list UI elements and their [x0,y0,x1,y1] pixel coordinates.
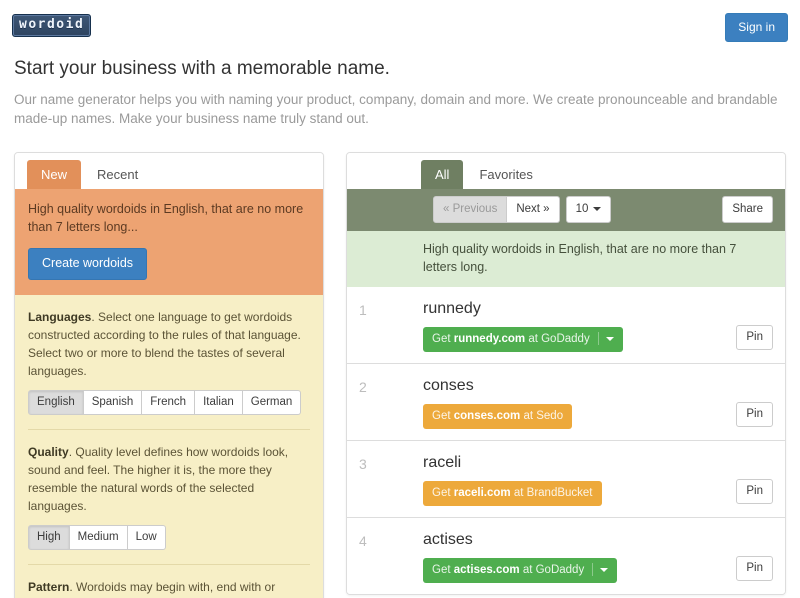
results-description: High quality wordoids in English, that a… [347,231,785,287]
result-word: raceli [423,454,462,471]
offer-prefix: Get [432,487,451,499]
result-word: actises [423,531,473,548]
language-option-italian[interactable]: Italian [195,390,243,415]
domain-offer-button[interactable]: Get raceli.com at BrandBucket [423,481,602,506]
pin-button[interactable]: Pin [736,556,773,581]
previous-page-button[interactable]: « Previous [433,196,508,223]
languages-description: Languages. Select one language to get wo… [28,308,310,380]
language-option-english[interactable]: English [28,390,84,415]
result-row: 4 actises Get actises.com at GoDaddy Pin [347,518,785,594]
offer-domain: raceli.com [453,487,511,499]
page-subtitle: Our name generator helps you with naming… [14,92,778,126]
offer-at: at [513,487,524,499]
result-content: runnedy Get runnedy.com at GoDaddy [423,299,773,352]
hero-section: Start your business with a memorable nam… [0,52,800,128]
offer-divider [592,563,594,576]
main-columns: New Recent High quality wordoids in Engl… [0,128,800,598]
settings-panel: New Recent High quality wordoids in Engl… [14,152,324,598]
languages-heading: Languages [28,310,92,324]
domain-offer-button[interactable]: Get runnedy.com at GoDaddy [423,327,623,352]
share-button[interactable]: Share [722,196,773,223]
offer-domain: conses.com [453,410,521,422]
result-row: 2 conses Get conses.com at Sedo Pin [347,364,785,441]
settings-options-area: Languages. Select one language to get wo… [15,295,323,598]
results-list: 1 runnedy Get runnedy.com at GoDaddy Pin [347,287,785,594]
result-content: conses Get conses.com at Sedo [423,376,773,429]
pattern-heading: Pattern [28,580,70,594]
offer-at: at [528,333,538,345]
offer-at: at [522,564,533,576]
wordoid-logo[interactable]: wordoid [12,14,92,37]
offer-registrar: GoDaddy [535,564,585,576]
offer-prefix: Get [432,564,451,576]
divider-languages-quality [28,429,310,430]
chevron-down-icon[interactable] [600,567,609,572]
divider-quality-pattern [28,564,310,565]
settings-column: New Recent High quality wordoids in Engl… [14,152,324,598]
offer-registrar: GoDaddy [541,333,590,345]
tab-all[interactable]: All [421,160,464,189]
results-column: All Favorites « Previous Next » 10 Share… [346,152,786,598]
result-content: raceli Get raceli.com at BrandBucket [423,453,773,506]
pattern-text: . Wordoids may begin with, end with or c… [69,580,276,594]
offer-divider [597,332,599,345]
tab-favorites[interactable]: Favorites [465,160,546,189]
quality-option-low[interactable]: Low [127,525,166,550]
next-page-button[interactable]: Next » [507,196,560,223]
results-panel: All Favorites « Previous Next » 10 Share… [346,152,786,595]
offer-prefix: Get [432,333,451,345]
chevron-down-icon [593,206,602,211]
page-title: Start your business with a memorable nam… [14,58,390,79]
result-rank: 2 [359,379,367,395]
result-rank: 4 [359,533,367,549]
offer-registrar: BrandBucket [526,487,593,499]
pin-button[interactable]: Pin [736,479,773,504]
language-option-german[interactable]: German [242,390,302,415]
quality-description: Quality. Quality level defines how wordo… [28,443,310,515]
language-button-group: English Spanish French Italian German [28,390,310,415]
quality-option-high[interactable]: High [28,525,70,550]
result-word: conses [423,377,474,394]
tab-new[interactable]: New [27,160,82,189]
result-row: 1 runnedy Get runnedy.com at GoDaddy Pin [347,287,785,364]
quality-option-medium[interactable]: Medium [69,525,128,550]
pattern-description: Pattern. Wordoids may begin with, end wi… [28,578,310,598]
tab-recent[interactable]: Recent [83,160,152,189]
domain-offer-button[interactable]: Get conses.com at Sedo [423,404,573,429]
offer-at: at [523,410,534,422]
quality-button-group: High Medium Low [28,525,310,550]
pagination-group: « Previous Next » [433,196,560,223]
top-bar: wordoid Sign in [0,0,800,52]
result-rank: 3 [359,456,367,472]
pin-button[interactable]: Pin [736,402,773,427]
create-wordoids-button[interactable]: Create wordoids [28,248,148,280]
offer-prefix: Get [432,410,451,422]
settings-summary-area: High quality wordoids in English, that a… [15,189,323,295]
result-row: 3 raceli Get raceli.com at BrandBucket P… [347,441,785,518]
result-content: actises Get actises.com at GoDaddy [423,530,773,583]
settings-summary-text: High quality wordoids in English, that a… [28,202,304,234]
pin-button[interactable]: Pin [736,325,773,350]
offer-registrar: Sedo [536,410,564,422]
per-page-dropdown[interactable]: 10 [565,196,612,223]
sign-in-button[interactable]: Sign in [725,13,788,42]
result-word: runnedy [423,300,481,317]
offer-domain: runnedy.com [453,333,526,345]
per-page-value: 10 [575,203,589,215]
result-rank: 1 [359,302,367,318]
language-option-spanish[interactable]: Spanish [83,390,143,415]
domain-offer-button[interactable]: Get actises.com at GoDaddy [423,558,618,583]
chevron-down-icon[interactable] [605,336,614,341]
offer-domain: actises.com [453,564,520,576]
results-toolbar: « Previous Next » 10 Share [347,189,785,231]
results-tabs: All Favorites [347,153,785,189]
logo-text: wordoid [19,17,85,32]
language-option-french[interactable]: French [142,390,196,415]
quality-heading: Quality [28,445,69,459]
settings-tabs: New Recent [15,153,323,189]
